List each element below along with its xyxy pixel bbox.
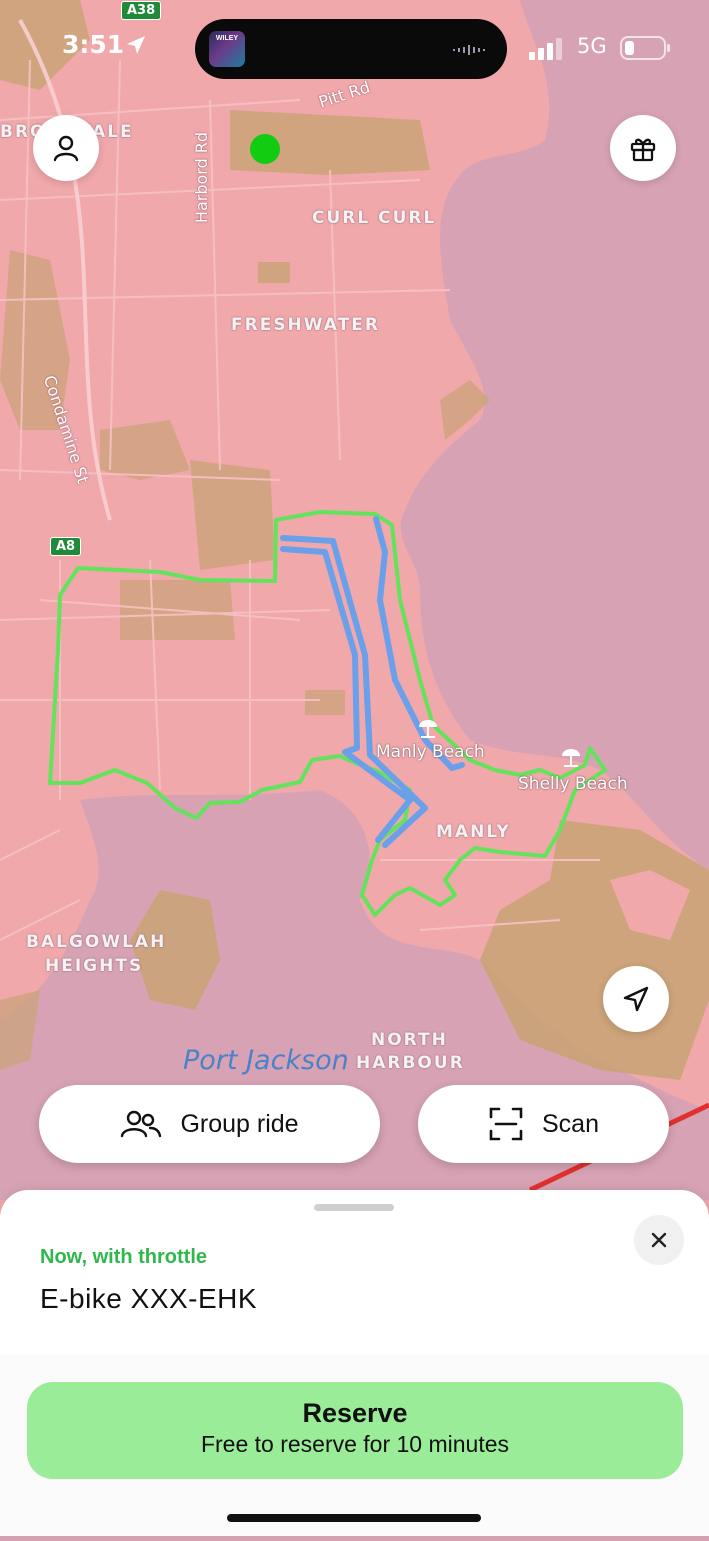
status-time: 3:51 — [62, 30, 125, 59]
road-label-harbord-rd: Harbord Rd — [192, 131, 212, 224]
now-playing-artwork: WILEY — [209, 31, 245, 67]
scan-icon — [489, 1107, 523, 1141]
group-ride-label: Group ride — [180, 1109, 299, 1138]
group-icon — [121, 1110, 162, 1138]
water-label-port-jackson: Port Jackson — [183, 1045, 349, 1076]
suburb-label-harbour: HARBOUR — [356, 1053, 465, 1073]
audio-waveform-icon — [453, 45, 485, 55]
poi-shelly-beach[interactable]: Shelly Beach — [518, 774, 628, 794]
dynamic-island[interactable]: WILEY — [195, 19, 507, 79]
sheet-grabber[interactable] — [314, 1204, 394, 1211]
park-area — [305, 690, 345, 715]
vehicle-marker — [250, 134, 280, 164]
suburb-label-balgowlah: BALGOWLAH — [26, 932, 167, 952]
location-services-icon — [127, 36, 145, 54]
suburb-label-freshwater: FRESHWATER — [231, 315, 380, 335]
close-button[interactable] — [634, 1215, 684, 1265]
scan-label: Scan — [542, 1109, 599, 1138]
vehicle-name: E-bike XXX-EHK — [40, 1283, 258, 1314]
poi-manly-beach[interactable]: Manly Beach — [376, 742, 485, 762]
reserve-button[interactable]: Reserve Free to reserve for 10 minutes — [27, 1382, 683, 1479]
profile-button[interactable] — [33, 115, 99, 181]
suburb-label-curl-curl: CURL CURL — [312, 208, 437, 228]
close-icon — [651, 1232, 667, 1248]
network-type: 5G — [577, 34, 607, 58]
scan-button[interactable]: Scan — [418, 1085, 669, 1163]
suburb-label-heights: HEIGHTS — [45, 956, 144, 976]
suburb-label-north: NORTH — [371, 1030, 448, 1050]
reserve-subtitle: Free to reserve for 10 minutes — [200, 1431, 510, 1457]
gift-icon — [630, 138, 656, 162]
gift-button[interactable] — [610, 115, 676, 181]
cellular-signal-icon — [529, 38, 562, 60]
suburb-label-manly: MANLY — [436, 822, 511, 842]
route-shield-a38: A38 — [121, 1, 162, 20]
battery-icon — [620, 36, 670, 60]
home-indicator[interactable] — [227, 1514, 481, 1522]
vehicle-feature-label: Now, with throttle — [40, 1246, 208, 1268]
recenter-location-button[interactable] — [603, 966, 669, 1032]
vehicle-bottom-sheet[interactable]: Now, with throttle E-bike XXX-EHK Reserv… — [0, 1190, 709, 1536]
profile-icon — [53, 135, 79, 162]
group-ride-button[interactable]: Group ride — [39, 1085, 380, 1163]
park-area — [258, 262, 290, 283]
route-shield-a8: A8 — [50, 537, 82, 556]
reserve-title: Reserve — [302, 1398, 408, 1428]
navigation-arrow-icon — [623, 986, 649, 1012]
